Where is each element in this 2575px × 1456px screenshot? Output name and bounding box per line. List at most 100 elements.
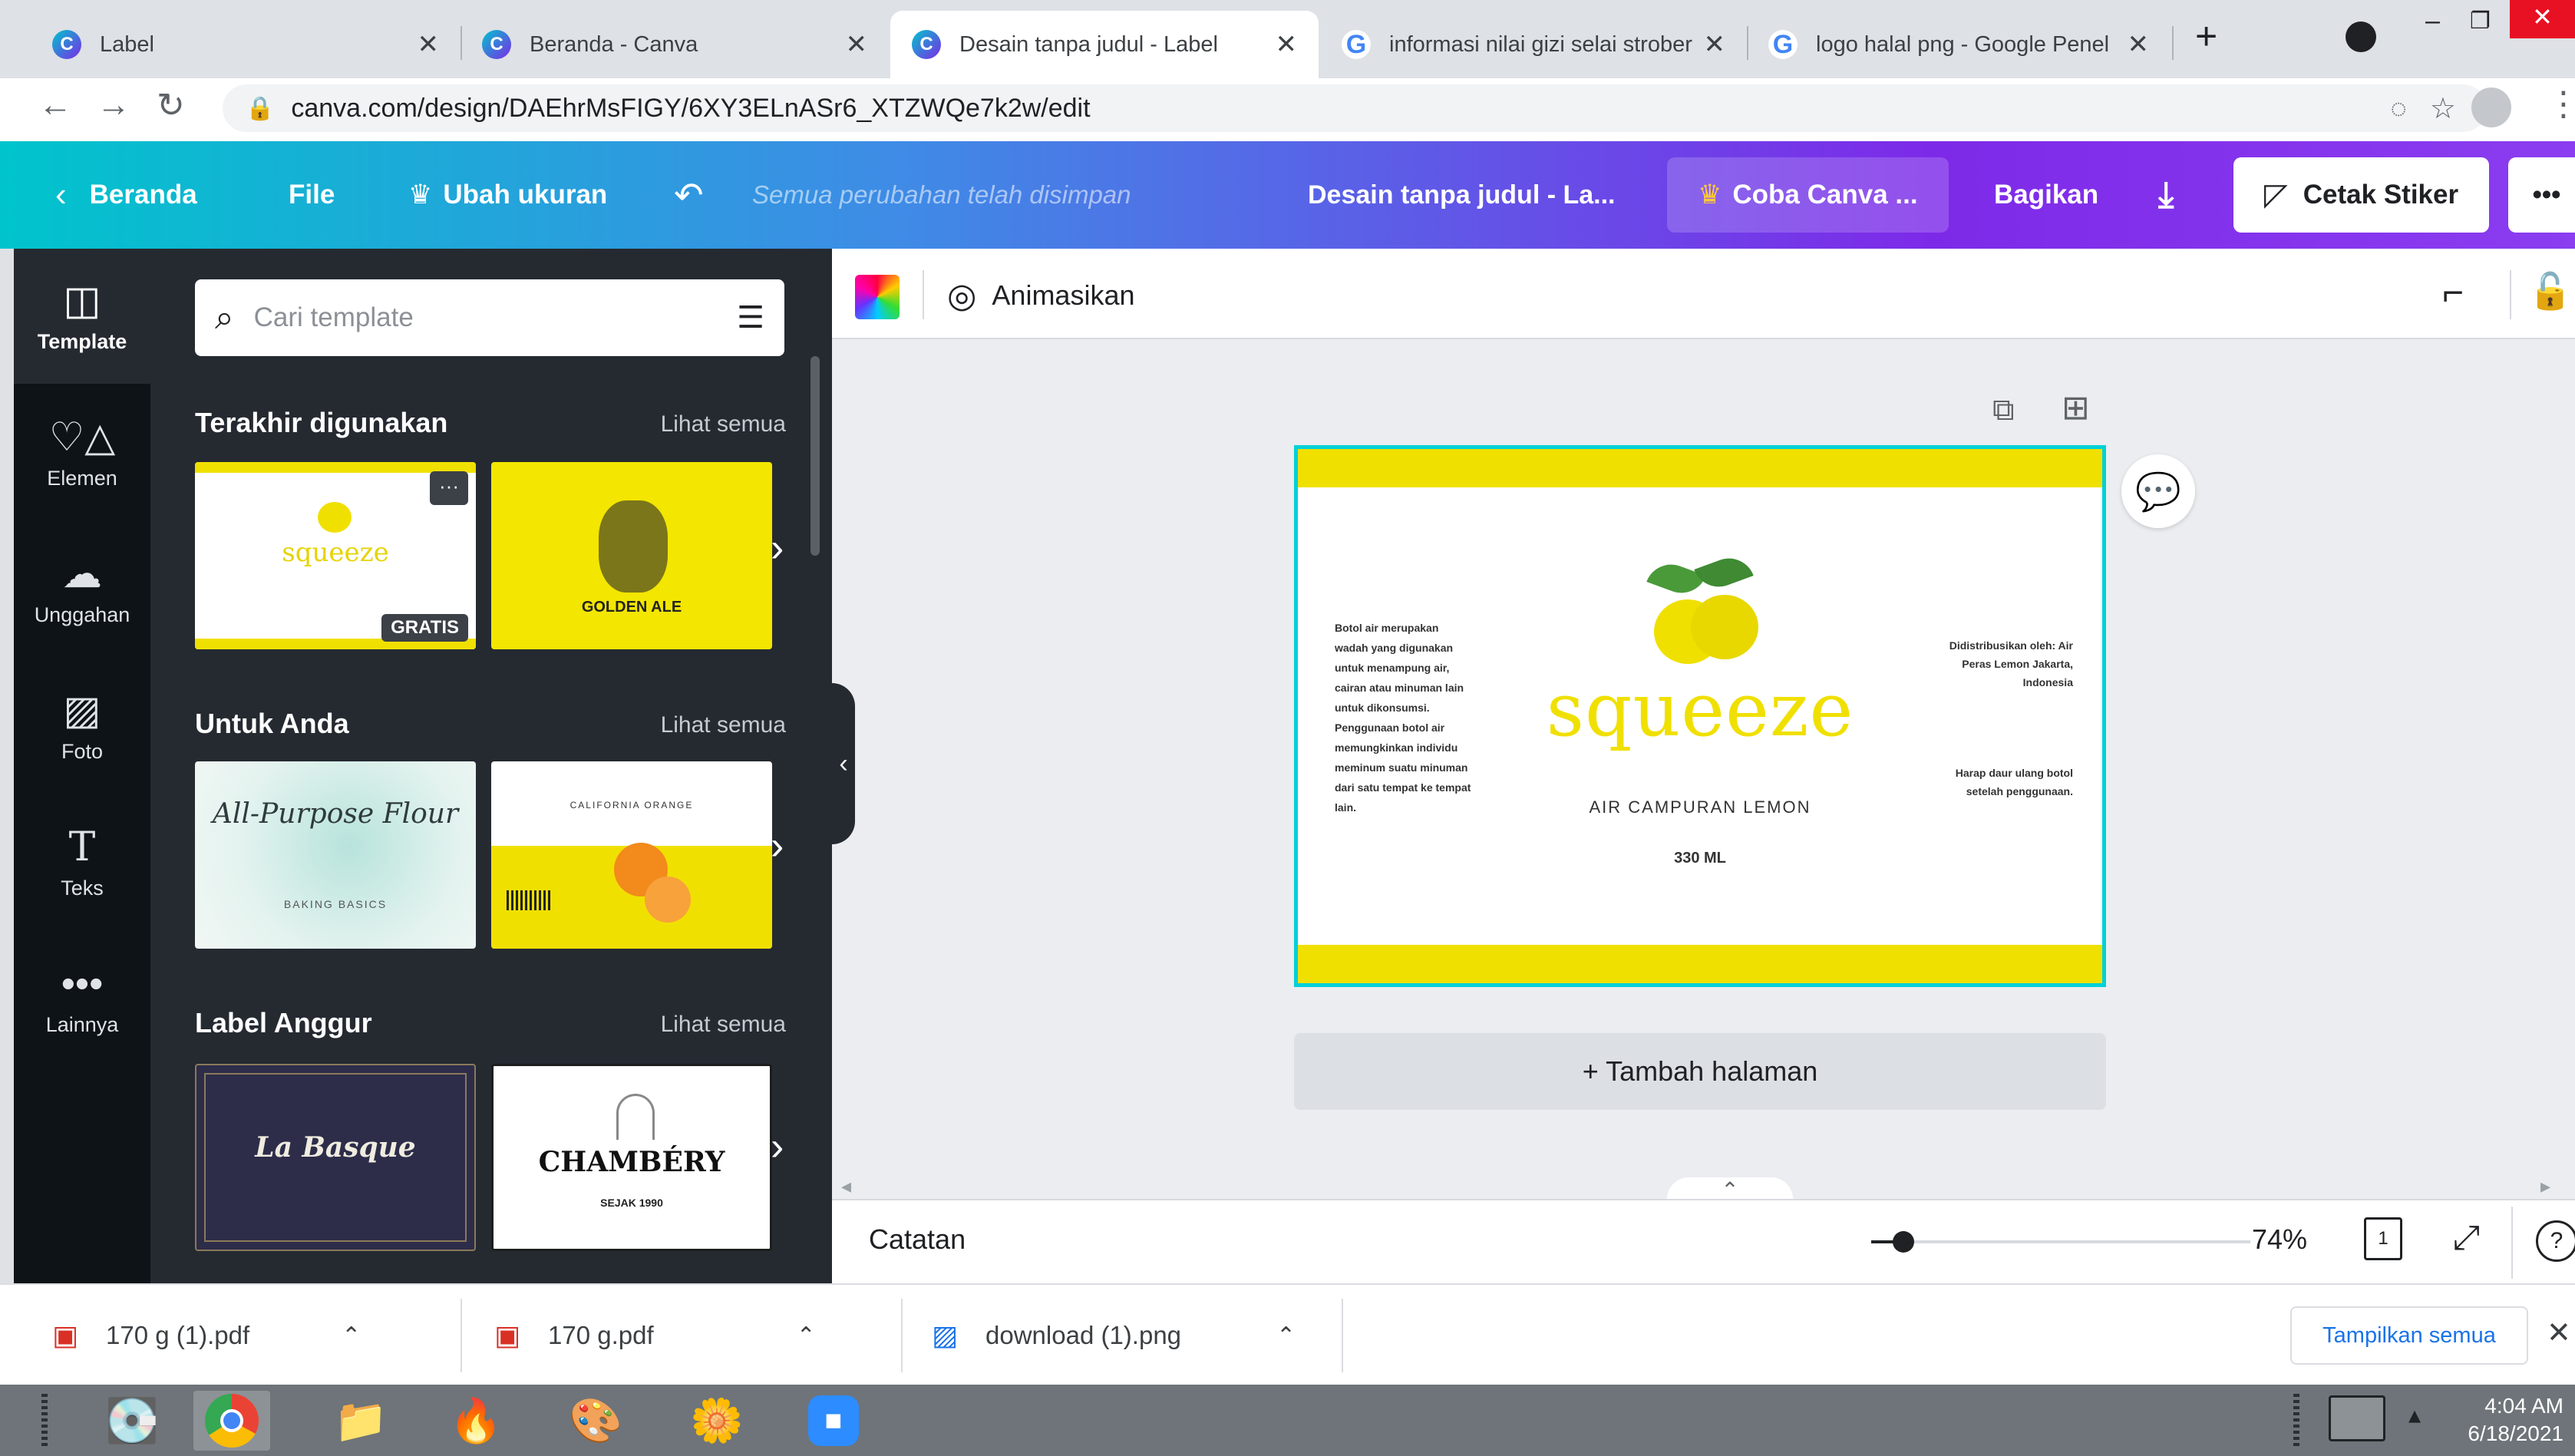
forward-icon[interactable]: → (97, 86, 130, 124)
chevron-up-icon[interactable]: ⌃ (797, 1322, 816, 1349)
animate-button[interactable]: ◎ Animasikan (947, 269, 1135, 322)
resize-button[interactable]: ♛ Ubah ukuran (408, 141, 607, 249)
expand-notes-button[interactable]: ⌃ (1667, 1177, 1793, 1202)
keyboard-icon[interactable] (2329, 1395, 2385, 1441)
minimize-icon[interactable]: – (2425, 6, 2440, 36)
close-downloads-icon[interactable]: ✕ (2547, 1316, 2571, 1350)
rail-item-elements[interactable]: ♡△ Elemen (14, 385, 150, 520)
zoom-level[interactable]: 74% (2252, 1223, 2307, 1256)
rail-item-text[interactable]: T Teks (14, 795, 150, 930)
crown-icon: ♛ (408, 180, 433, 210)
profile-menu-icon[interactable] (2346, 21, 2376, 52)
clock[interactable]: 4:04 AM 6/18/2021 (2441, 1392, 2563, 1448)
messenger-app-icon[interactable]: 🌼 (678, 1391, 755, 1451)
paint-format-icon[interactable]: ⌐ (2442, 272, 2464, 314)
download-icon[interactable]: ⤓ (2158, 141, 2174, 249)
try-pro-button[interactable]: ♛ Coba Canva ... (1667, 157, 1949, 233)
folder-app-icon[interactable]: 📁 (322, 1391, 399, 1451)
download-item[interactable]: ▨ download (1).png ⌃ (932, 1285, 1296, 1386)
template-thumb-golden-ale[interactable]: GOLDEN ALE (491, 462, 772, 649)
avatar[interactable] (2471, 87, 2511, 127)
design-page[interactable]: Botol air merupakan wadah yang digunakan… (1294, 445, 2106, 987)
comment-icon[interactable]: 💬 (2121, 454, 2195, 528)
filter-icon[interactable]: ☰ (737, 300, 764, 335)
duplicate-page-icon[interactable]: ⧉ (1992, 393, 2015, 428)
chrome-app-icon[interactable] (193, 1391, 270, 1451)
chevron-right-icon[interactable]: › (771, 823, 784, 869)
show-all-downloads-button[interactable]: Tampilkan semua (2290, 1306, 2528, 1365)
bookmark-star-icon[interactable]: ☆ (2430, 91, 2456, 126)
template-thumb-orange[interactable]: CALIFORNIA ORANGE (491, 761, 772, 949)
browser-tab[interactable]: C Beranda - Canva ✕ (461, 11, 889, 78)
scroll-right-icon[interactable]: ▸ (2540, 1174, 2550, 1198)
close-icon[interactable]: ✕ (846, 29, 868, 60)
url-bar[interactable]: 🔒 canva.com/design/DAEhrMsFIGY/6XY3ELnAS… (223, 84, 2487, 132)
template-thumb-la-basque[interactable]: La Basque (195, 1064, 476, 1251)
scroll-left-icon[interactable]: ◂ (841, 1174, 851, 1198)
rail-item-uploads[interactable]: ☁ Unggahan (14, 522, 150, 657)
tracking-eye-icon[interactable]: ◌ (2391, 92, 2407, 124)
template-search[interactable]: ⌕ ☰ (195, 279, 784, 356)
paint-app-icon[interactable]: 🎨 (557, 1391, 634, 1451)
animate-label: Animasikan (992, 279, 1135, 311)
download-item[interactable]: ▣ 170 g (1).pdf ⌃ (52, 1285, 361, 1386)
window-close-icon[interactable]: ✕ (2510, 0, 2575, 38)
rail-item-more[interactable]: ••• Lainnya (14, 932, 150, 1067)
browser-tab[interactable]: G logo halal png - Google Penel ✕ (1747, 11, 2171, 78)
distributor-text[interactable]: Didistribusikan oleh: Air Peras Lemon Ja… (1935, 636, 2073, 692)
chevron-up-icon[interactable]: ⌃ (342, 1322, 361, 1349)
zoom-slider-track[interactable] (1871, 1240, 2250, 1243)
help-button[interactable]: ? (2536, 1220, 2575, 1262)
browser-tab[interactable]: C Label ✕ (31, 11, 461, 78)
template-thumb-flour[interactable]: All-Purpose Flour BAKING BASICS (195, 761, 476, 949)
chevron-right-icon[interactable]: › (771, 525, 784, 571)
template-thumb-chambery[interactable]: CHAMBÉRY SEJAK 1990 (491, 1064, 772, 1251)
color-picker-button[interactable] (855, 275, 900, 319)
add-page-icon[interactable]: ⊞ (2062, 388, 2090, 428)
search-input[interactable] (253, 302, 738, 333)
chevron-right-icon[interactable]: › (771, 1124, 784, 1170)
browser-tab[interactable]: G informasi nilai gizi selai strober ✕ (1320, 11, 1747, 78)
template-thumb-squeeze[interactable]: squeeze ··· GRATIS (195, 462, 476, 649)
see-all-link[interactable]: Lihat semua (661, 411, 786, 437)
browser-menu-icon[interactable]: ⋮ (2547, 84, 2575, 124)
undo-icon[interactable]: ↶ (674, 141, 704, 249)
zoom-app-icon[interactable]: ■ (795, 1391, 872, 1451)
add-page-button[interactable]: + Tambah halaman (1294, 1033, 2106, 1110)
rail-item-photos[interactable]: ▨ Foto (14, 659, 150, 794)
print-sticker-button[interactable]: ◸ Cetak Stiker (2233, 157, 2490, 233)
close-icon[interactable]: ✕ (2128, 29, 2150, 60)
collapse-panel-button[interactable]: ‹ (832, 683, 855, 844)
recycle-text[interactable]: Harap daur ulang botol setelah penggunaa… (1920, 764, 2073, 801)
close-icon[interactable]: ✕ (1704, 29, 1726, 60)
download-item[interactable]: ▣ 170 g.pdf ⌃ (494, 1285, 816, 1386)
lock-icon[interactable]: 🔓 (2528, 270, 2572, 312)
volume-text[interactable]: 330 ML (1298, 850, 2102, 867)
zoom-slider-handle[interactable] (1893, 1231, 1914, 1253)
file-menu-button[interactable]: File (289, 141, 335, 249)
close-icon[interactable]: ✕ (418, 29, 440, 60)
home-button[interactable]: ‹ Beranda (55, 141, 197, 249)
rail-label: Foto (61, 739, 104, 763)
fullscreen-icon[interactable]: ⤢ (2453, 1219, 2480, 1257)
restore-icon[interactable]: ❐ (2470, 8, 2491, 35)
close-icon[interactable]: ✕ (1276, 29, 1298, 60)
firefox-app-icon[interactable]: 🔥 (437, 1391, 514, 1451)
browser-tab-active[interactable]: C Desain tanpa judul - Label ✕ (890, 11, 1319, 78)
tray-expand-icon[interactable]: ▴ (2408, 1400, 2421, 1429)
panel-scrollbar[interactable] (810, 356, 820, 556)
share-button[interactable]: Bagikan (1994, 141, 2098, 249)
notes-button[interactable]: Catatan (869, 1223, 966, 1256)
chevron-up-icon[interactable]: ⌃ (1276, 1322, 1296, 1349)
design-title[interactable]: Desain tanpa judul - La... (1308, 141, 1616, 249)
reload-icon[interactable]: ↻ (157, 86, 185, 125)
file-explorer-app-icon[interactable]: 💽 (94, 1391, 170, 1451)
back-icon[interactable]: ← (38, 86, 72, 124)
see-all-link[interactable]: Lihat semua (661, 712, 786, 738)
page-count-button[interactable]: 1 (2364, 1217, 2402, 1260)
rail-item-template[interactable]: ◫ Template (14, 249, 150, 384)
new-tab-button[interactable]: + (2195, 14, 2217, 58)
see-all-link[interactable]: Lihat semua (661, 1012, 786, 1038)
thumb-more-button[interactable]: ··· (430, 471, 468, 505)
more-options-button[interactable]: ••• (2508, 157, 2575, 233)
